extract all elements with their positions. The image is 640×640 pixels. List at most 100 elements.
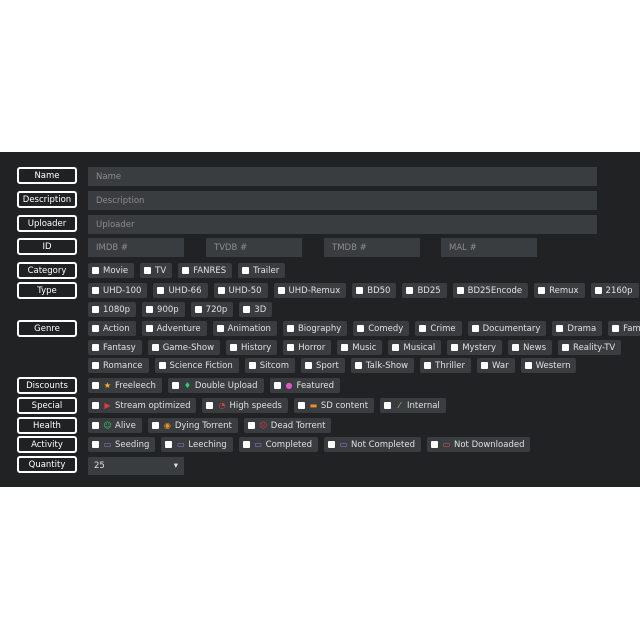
checkbox[interactable] bbox=[456, 287, 464, 294]
filter-option-bd25[interactable]: BD25 bbox=[402, 283, 447, 298]
filter-option-mystery[interactable]: Mystery bbox=[447, 340, 503, 355]
tmdb-input[interactable] bbox=[324, 238, 420, 257]
checkbox[interactable] bbox=[248, 362, 256, 369]
filter-option-drama[interactable]: Drama bbox=[552, 321, 603, 336]
filter-option-not-downloaded[interactable]: ▭ Not Downloaded bbox=[427, 437, 531, 452]
checkbox[interactable] bbox=[273, 382, 281, 389]
checkbox[interactable] bbox=[297, 402, 305, 409]
filter-option-uhd-50[interactable]: UHD-50 bbox=[213, 283, 268, 298]
filter-option-western[interactable]: Western bbox=[520, 358, 577, 373]
filter-option-family[interactable]: Family bbox=[608, 321, 640, 336]
filter-option-music[interactable]: Music bbox=[337, 340, 383, 355]
checkbox[interactable] bbox=[171, 382, 179, 389]
checkbox[interactable] bbox=[286, 325, 294, 332]
filter-option-uhd-66[interactable]: UHD-66 bbox=[153, 283, 208, 298]
checkbox[interactable] bbox=[356, 287, 364, 294]
checkbox[interactable] bbox=[424, 362, 432, 369]
filter-option-movie[interactable]: Movie bbox=[88, 263, 135, 278]
filter-option-fanres[interactable]: FANRES bbox=[178, 263, 233, 278]
checkbox[interactable] bbox=[556, 325, 564, 332]
filter-option-seeding[interactable]: ▭ Seeding bbox=[88, 437, 156, 452]
checkbox[interactable] bbox=[165, 441, 173, 448]
checkbox[interactable] bbox=[451, 344, 459, 351]
filter-option-animation[interactable]: Animation bbox=[212, 321, 277, 336]
checkbox[interactable] bbox=[206, 402, 214, 409]
checkbox[interactable] bbox=[92, 402, 99, 409]
checkbox[interactable] bbox=[151, 422, 159, 429]
checkbox[interactable] bbox=[612, 325, 620, 332]
checkbox[interactable] bbox=[242, 267, 250, 274]
filter-option-2160p[interactable]: 2160p bbox=[590, 283, 639, 298]
checkbox[interactable] bbox=[157, 287, 165, 294]
filter-option-1080p[interactable]: 1080p bbox=[88, 302, 137, 317]
filter-option-alive[interactable]: ☺ Alive bbox=[88, 418, 142, 433]
filter-option-internal[interactable]: ⁄ Internal bbox=[380, 398, 446, 413]
filter-option-leeching[interactable]: ▭ Leeching bbox=[161, 437, 233, 452]
checkbox[interactable] bbox=[384, 402, 392, 409]
filter-option-talk-show[interactable]: Talk-Show bbox=[350, 358, 415, 373]
checkbox[interactable] bbox=[92, 267, 99, 274]
name-input[interactable] bbox=[88, 167, 597, 186]
checkbox[interactable] bbox=[217, 287, 225, 294]
checkbox[interactable] bbox=[406, 287, 414, 294]
checkbox[interactable] bbox=[146, 306, 154, 313]
checkbox[interactable] bbox=[92, 382, 99, 389]
checkbox[interactable] bbox=[277, 287, 285, 294]
filter-option-musical[interactable]: Musical bbox=[388, 340, 442, 355]
filter-option-biography[interactable]: Biography bbox=[282, 321, 348, 336]
checkbox[interactable] bbox=[92, 441, 99, 448]
checkbox[interactable] bbox=[341, 344, 349, 351]
tvdb-input[interactable] bbox=[206, 238, 302, 257]
filter-option-crime[interactable]: Crime bbox=[415, 321, 462, 336]
filter-option-game-show[interactable]: Game-Show bbox=[147, 340, 221, 355]
filter-option-comedy[interactable]: Comedy bbox=[353, 321, 410, 336]
filter-option-sitcom[interactable]: Sitcom bbox=[244, 358, 296, 373]
checkbox[interactable] bbox=[512, 344, 520, 351]
filter-option-science-fiction[interactable]: Science Fiction bbox=[154, 358, 239, 373]
imdb-input[interactable] bbox=[88, 238, 184, 257]
filter-option-news[interactable]: News bbox=[508, 340, 553, 355]
filter-option-sport[interactable]: Sport bbox=[301, 358, 345, 373]
filter-option-thriller[interactable]: Thriller bbox=[420, 358, 472, 373]
checkbox[interactable] bbox=[151, 344, 159, 351]
filter-option-uhd-100[interactable]: UHD-100 bbox=[88, 283, 148, 298]
checkbox[interactable] bbox=[354, 362, 362, 369]
checkbox[interactable] bbox=[92, 362, 99, 369]
checkbox[interactable] bbox=[92, 325, 99, 332]
checkbox[interactable] bbox=[92, 422, 99, 429]
mal-input[interactable] bbox=[441, 238, 537, 257]
checkbox[interactable] bbox=[247, 422, 255, 429]
filter-option-reality-tv[interactable]: Reality-TV bbox=[558, 340, 622, 355]
checkbox[interactable] bbox=[158, 362, 166, 369]
checkbox[interactable] bbox=[431, 441, 438, 448]
checkbox[interactable] bbox=[481, 362, 489, 369]
checkbox[interactable] bbox=[594, 287, 602, 294]
filter-option-completed[interactable]: ▭ Completed bbox=[238, 437, 319, 452]
checkbox[interactable] bbox=[538, 287, 546, 294]
checkbox[interactable] bbox=[328, 441, 336, 448]
checkbox[interactable] bbox=[287, 344, 295, 351]
filter-option-900p[interactable]: 900p bbox=[142, 302, 185, 317]
filter-option-high-speeds[interactable]: ◔ High speeds bbox=[202, 398, 288, 413]
filter-option-trailer[interactable]: Trailer bbox=[238, 263, 286, 278]
checkbox[interactable] bbox=[242, 441, 250, 448]
checkbox[interactable] bbox=[243, 306, 251, 313]
checkbox[interactable] bbox=[216, 325, 224, 332]
description-input[interactable] bbox=[88, 191, 597, 210]
filter-option-bd25encode[interactable]: BD25Encode bbox=[452, 283, 529, 298]
checkbox[interactable] bbox=[92, 344, 99, 351]
checkbox[interactable] bbox=[92, 287, 99, 294]
checkbox[interactable] bbox=[144, 267, 152, 274]
filter-option-featured[interactable]: ● Featured bbox=[269, 378, 341, 393]
checkbox[interactable] bbox=[145, 325, 153, 332]
quantity-select[interactable]: 25 ▾ bbox=[88, 457, 184, 475]
checkbox[interactable] bbox=[182, 267, 190, 274]
filter-option-720p[interactable]: 720p bbox=[190, 302, 234, 317]
filter-option-sd-content[interactable]: ▬ SD content bbox=[293, 398, 375, 413]
checkbox[interactable] bbox=[194, 306, 202, 313]
filter-option-romance[interactable]: Romance bbox=[88, 358, 149, 373]
checkbox[interactable] bbox=[305, 362, 313, 369]
filter-option-freeleech[interactable]: ★ Freeleech bbox=[88, 378, 162, 393]
filter-option-tv[interactable]: TV bbox=[140, 263, 173, 278]
filter-option-dying-torrent[interactable]: ◉ Dying Torrent bbox=[147, 418, 238, 433]
